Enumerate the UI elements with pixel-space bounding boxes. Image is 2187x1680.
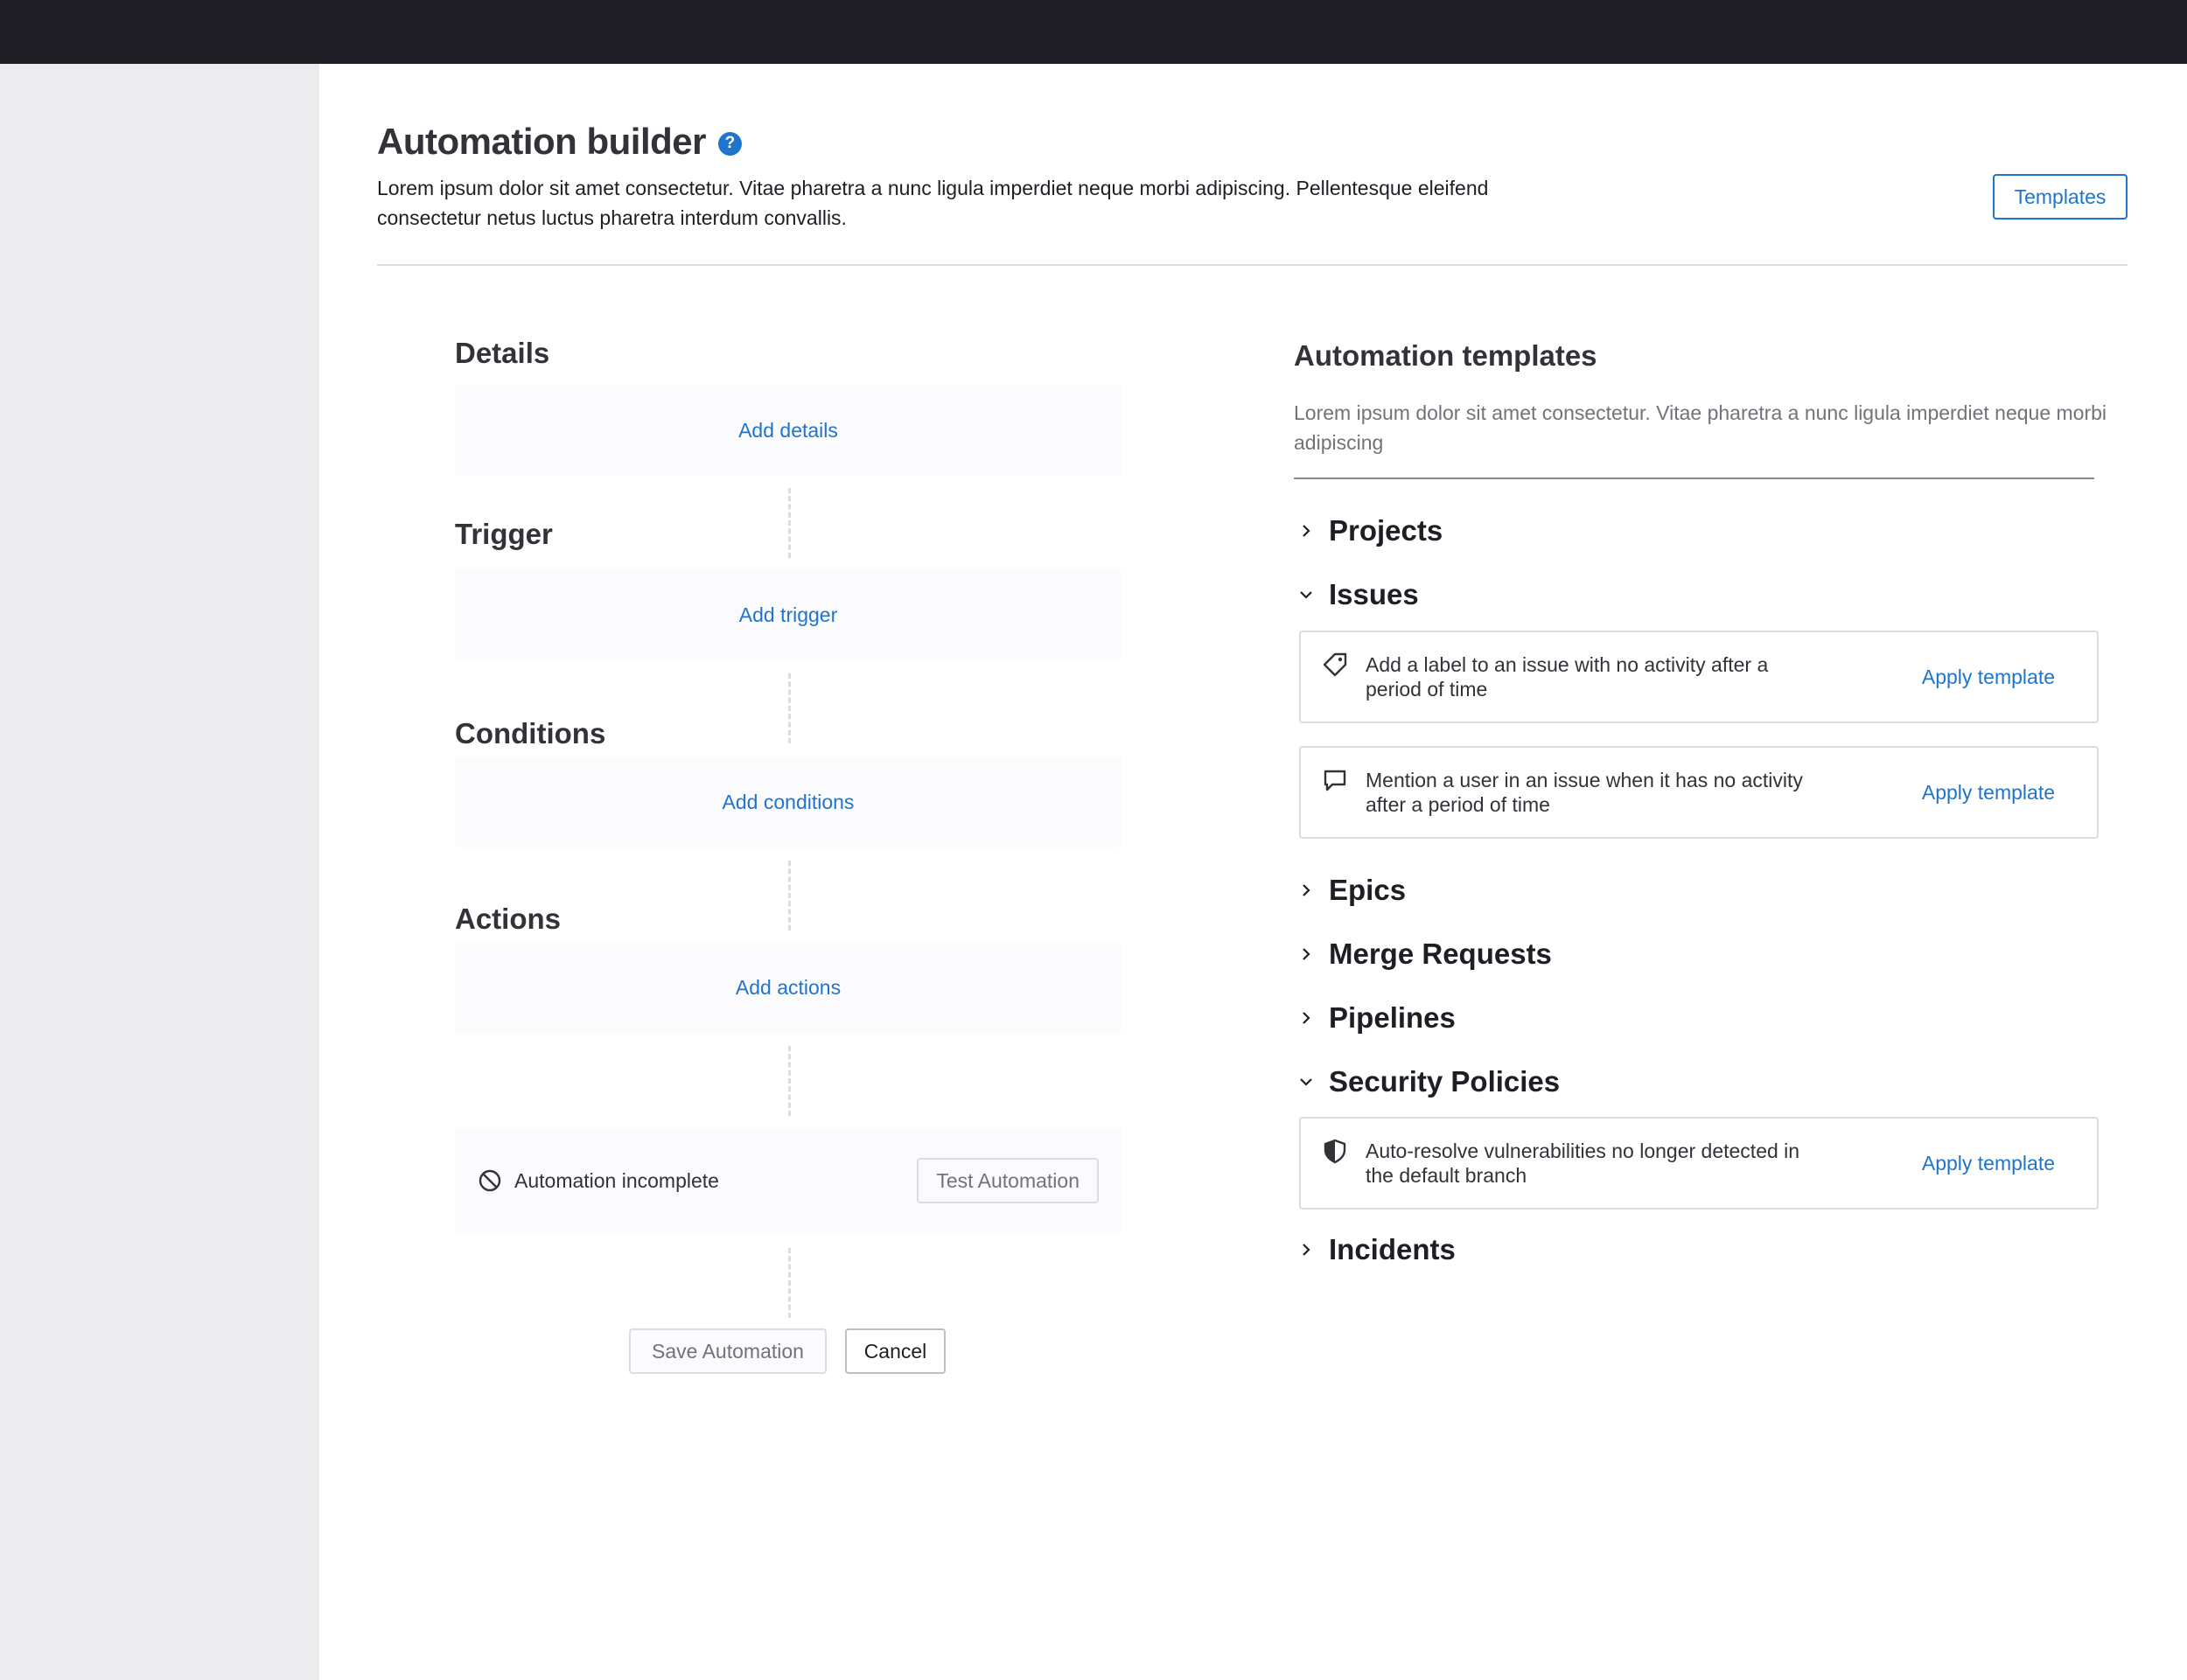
label-icon (1323, 652, 1347, 677)
connector-line (788, 1046, 791, 1116)
category-epics[interactable]: Epics (1294, 874, 1406, 907)
category-issues[interactable]: Issues (1294, 578, 1419, 611)
template-card-text: Mention a user in an issue when it has n… (1366, 769, 1803, 816)
section-title-conditions: Conditions (455, 717, 606, 749)
help-icon[interactable]: ? (717, 131, 742, 156)
apply-template-link[interactable]: Apply template (1922, 666, 2055, 689)
category-projects[interactable]: Projects (1294, 514, 1443, 547)
chevron-right-icon (1294, 1237, 1318, 1262)
page-header: Automation builder ? Lorem ipsum dolor s… (377, 121, 2127, 233)
template-card-text: Auto-resolve vulnerabilities no longer d… (1366, 1140, 1800, 1187)
templates-title: Automation templates (1294, 339, 1597, 372)
apply-template-link[interactable]: Apply template (1922, 781, 2055, 805)
add-trigger-link[interactable]: Add trigger (739, 603, 838, 627)
left-sidebar (0, 64, 319, 1680)
category-label: Projects (1329, 514, 1443, 547)
top-navigation-bar (0, 0, 2187, 64)
template-card-text: Add a label to an issue with no activity… (1366, 653, 1769, 701)
ban-icon (479, 1169, 501, 1192)
save-automation-button[interactable]: Save Automation (629, 1328, 827, 1374)
category-incidents[interactable]: Incidents (1294, 1233, 1456, 1266)
category-merge-requests[interactable]: Merge Requests (1294, 938, 1552, 971)
add-actions-link[interactable]: Add actions (736, 976, 841, 1000)
add-conditions-link[interactable]: Add conditions (723, 791, 855, 814)
category-label: Issues (1329, 578, 1419, 610)
header-divider (377, 264, 2128, 266)
category-security-policies[interactable]: Security Policies (1294, 1065, 1560, 1098)
templates-button[interactable]: Templates (1993, 174, 2128, 220)
apply-template-link[interactable]: Apply template (1922, 1152, 2055, 1175)
template-card: Auto-resolve vulnerabilities no longer d… (1299, 1117, 2099, 1209)
connector-line (788, 1248, 791, 1318)
add-details-link[interactable]: Add details (738, 419, 838, 443)
automation-status-box: Automation incomplete Test Automation (455, 1127, 1121, 1234)
chevron-right-icon (1294, 942, 1318, 966)
chevron-right-icon (1294, 878, 1318, 903)
connector-line (788, 673, 791, 743)
comment-icon (1324, 770, 1346, 791)
category-pipelines[interactable]: Pipelines (1294, 1001, 1456, 1035)
connector-line (788, 488, 791, 558)
section-title-details: Details (455, 337, 550, 369)
actions-box[interactable]: Add actions (455, 942, 1121, 1033)
category-label: Pipelines (1329, 1001, 1456, 1034)
cancel-button[interactable]: Cancel (845, 1328, 946, 1374)
details-box[interactable]: Add details (455, 385, 1121, 476)
shield-icon (1324, 1139, 1346, 1164)
connector-line (788, 861, 791, 931)
conditions-box[interactable]: Add conditions (455, 756, 1121, 847)
section-title-actions: Actions (455, 903, 562, 935)
templates-description: Lorem ipsum dolor sit amet consectetur. … (1294, 401, 2107, 454)
section-title-trigger: Trigger (455, 518, 553, 550)
templates-divider (1294, 478, 2094, 479)
template-card: Mention a user in an issue when it has n… (1299, 746, 2099, 839)
template-card: Add a label to an issue with no activity… (1299, 631, 2099, 723)
category-label: Merge Requests (1329, 938, 1552, 970)
category-label: Incidents (1329, 1233, 1456, 1265)
page-title: Automation builder (377, 121, 706, 162)
category-label: Security Policies (1329, 1065, 1561, 1098)
category-label: Epics (1329, 874, 1407, 906)
chevron-right-icon (1294, 1006, 1318, 1030)
trigger-box[interactable]: Add trigger (455, 569, 1121, 660)
chevron-down-icon (1294, 582, 1318, 607)
chevron-down-icon (1294, 1070, 1318, 1094)
chevron-right-icon (1294, 519, 1318, 543)
test-automation-button[interactable]: Test Automation (917, 1158, 1099, 1203)
page-description: Lorem ipsum dolor sit amet consectetur. … (377, 177, 1489, 229)
automation-status-text: Automation incomplete (514, 1168, 719, 1192)
